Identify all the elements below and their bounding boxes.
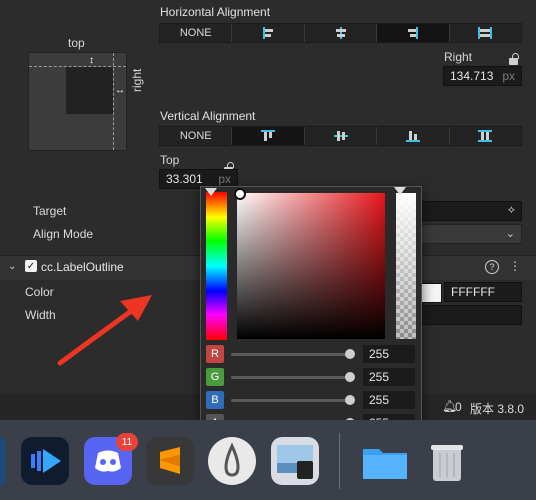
channel-r-knob[interactable] [345, 349, 355, 359]
align-stretch-icon [476, 27, 494, 39]
align-left-icon [259, 27, 277, 39]
right-label: Right [444, 50, 473, 64]
align-mode-select[interactable]: ⌄ [416, 224, 522, 244]
align-mode-label: Align Mode [33, 227, 94, 241]
dock-divider [339, 433, 340, 489]
h-align-left[interactable] [232, 24, 305, 42]
notification-count: 0 [455, 400, 462, 414]
channel-g-badge: G [206, 368, 224, 386]
channel-g-value[interactable]: 255 [363, 368, 415, 386]
channel-b-badge: B [206, 391, 224, 409]
align-vstretch-icon [476, 130, 494, 142]
alpha-indicator-icon[interactable] [394, 187, 406, 195]
preview-node-box [66, 67, 113, 114]
trash-icon[interactable] [423, 437, 471, 485]
dock-app-partial-icon[interactable] [0, 437, 6, 485]
discord-badge: 11 [116, 433, 138, 451]
vertical-alignment-title: Vertical Alignment [160, 109, 256, 123]
right-margin-arrow-icon: ↔ [115, 85, 125, 96]
h-align-right[interactable] [377, 24, 450, 42]
version-label: 版本 3.8.0 [470, 402, 525, 416]
hue-slider[interactable] [206, 192, 227, 340]
alpha-slider[interactable] [396, 193, 416, 339]
v-align-stretch[interactable] [450, 127, 521, 145]
width-field[interactable] [418, 305, 522, 325]
component-enabled-checkbox[interactable]: ✓ [25, 260, 37, 272]
node-picker-icon[interactable]: ⟡ [508, 204, 515, 217]
alfred-app-icon[interactable] [208, 437, 256, 485]
channel-b-value[interactable]: 255 [363, 391, 415, 409]
preview-right-label: right [130, 68, 144, 92]
folder-icon[interactable] [361, 437, 409, 485]
v-align-middle[interactable] [305, 127, 378, 145]
top-margin-arrow-icon: ↕ [89, 55, 94, 66]
v-align-none[interactable]: NONE [160, 127, 233, 145]
help-icon[interactable]: ? [485, 260, 499, 274]
channel-r-badge: R [206, 345, 224, 363]
more-menu-icon[interactable]: ⋮ [509, 259, 521, 273]
saturation-brightness-area[interactable] [237, 193, 385, 339]
h-align-none[interactable]: NONE [160, 24, 233, 42]
annotation-arrow [57, 295, 152, 366]
align-bottom-icon [404, 130, 422, 142]
channel-b-knob[interactable] [345, 395, 355, 405]
align-top-icon [259, 130, 277, 142]
horizontal-alignment-bar: NONE [159, 23, 522, 43]
preview-top-label: top [68, 36, 85, 50]
h-align-center[interactable] [305, 24, 378, 42]
vertical-alignment-bar: NONE [159, 126, 522, 146]
channel-g-slider[interactable] [231, 376, 351, 379]
channel-g-knob[interactable] [345, 372, 355, 382]
color-picker: R 255 G 255 B 255 A 255 [200, 186, 422, 432]
align-center-icon [332, 27, 350, 39]
video-player-app-icon[interactable] [21, 437, 69, 485]
hue-indicator-icon[interactable] [205, 188, 217, 196]
horizontal-alignment-title: Horizontal Alignment [160, 5, 271, 19]
preview-app-icon[interactable] [271, 437, 319, 485]
unlock-icon[interactable] [509, 53, 519, 65]
channel-r-value[interactable]: 255 [363, 345, 415, 363]
channel-b-slider[interactable] [231, 399, 351, 402]
align-middle-icon [332, 130, 350, 142]
channel-r-slider[interactable] [231, 353, 351, 356]
color-hex-field[interactable]: FFFFFF [444, 282, 522, 302]
v-align-bottom[interactable] [377, 127, 450, 145]
sublime-text-app-icon[interactable] [146, 437, 194, 485]
h-align-stretch[interactable] [450, 24, 521, 42]
collapse-chevron-icon[interactable]: ⌄ [8, 261, 16, 272]
component-name: cc.LabelOutline [41, 260, 124, 274]
color-cursor[interactable] [234, 188, 246, 200]
v-align-top[interactable] [232, 127, 305, 145]
align-right-icon [404, 27, 422, 39]
target-label: Target [33, 204, 67, 218]
chevron-down-icon: ⌄ [505, 228, 515, 240]
top-label: Top [160, 153, 180, 167]
widget-preview: ↕ ↔ [28, 52, 127, 151]
target-field[interactable]: ⟡ [416, 201, 522, 221]
right-field[interactable]: 134.713 px [443, 66, 522, 86]
